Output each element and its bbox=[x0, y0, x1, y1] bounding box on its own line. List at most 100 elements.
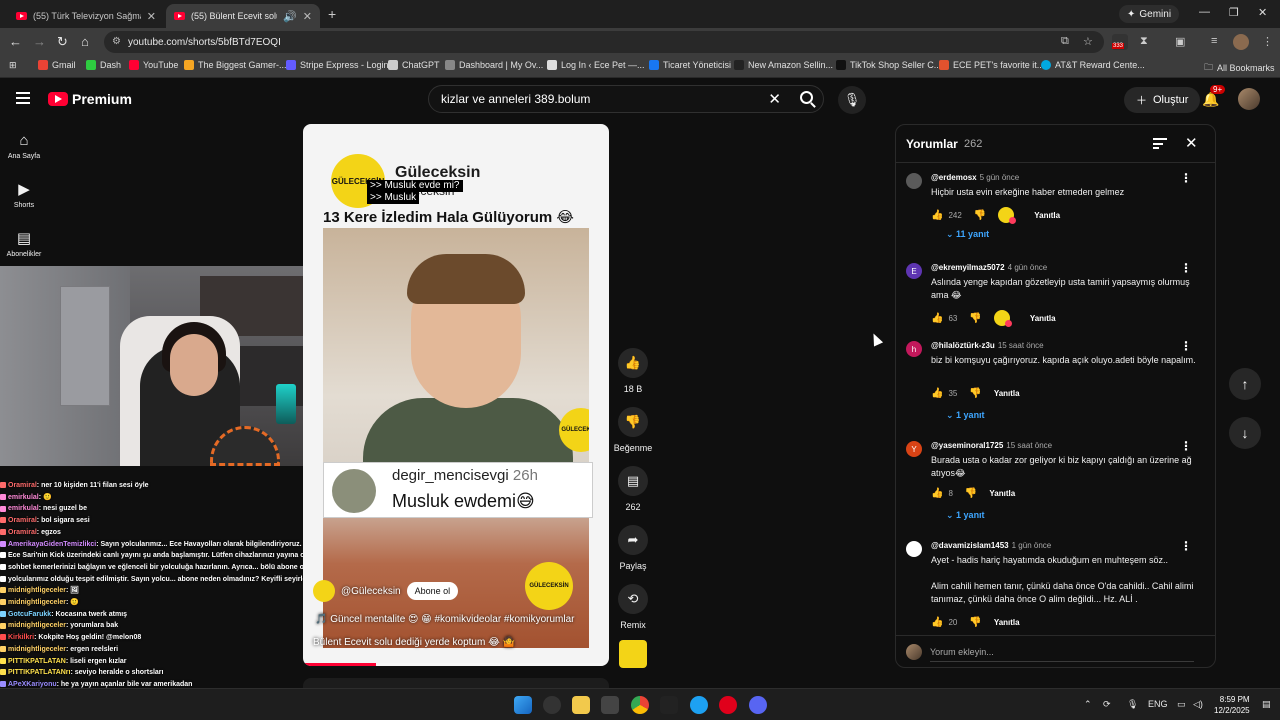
bookmark-ticaret[interactable]: Ticaret Yöneticisi bbox=[649, 60, 731, 70]
bookmark-dash[interactable]: Dash bbox=[86, 60, 121, 70]
commenter-avatar[interactable]: E bbox=[906, 263, 922, 279]
system-clock[interactable]: 8:59 PM 12/2/2025 bbox=[1214, 694, 1250, 716]
youtube-premium-logo[interactable]: Premium bbox=[48, 91, 132, 107]
volume-icon[interactable]: ◁) bbox=[1193, 699, 1203, 710]
install-app-icon[interactable]: ⧉ bbox=[1061, 35, 1069, 48]
chrome-menu-icon[interactable]: ⋮ bbox=[1262, 35, 1273, 48]
next-short-button[interactable]: ↓ bbox=[1229, 417, 1261, 449]
more-options-icon[interactable]: ⋮ bbox=[1180, 439, 1192, 453]
dislike-button[interactable]: 👎 Beğenme bbox=[612, 407, 654, 453]
bookmark-stripe[interactable]: Stripe Express - Login bbox=[286, 60, 389, 70]
commenter-avatar[interactable] bbox=[906, 173, 922, 189]
minimize-icon[interactable]: — bbox=[1199, 6, 1210, 18]
reply-button[interactable]: Yanıtla bbox=[1030, 314, 1056, 323]
browser-tab-1[interactable]: (55) Türk Televizyon Sağmalıkla ✕ bbox=[8, 4, 164, 28]
bookmark-ecepet-favorites[interactable]: ECE PET's favorite it... bbox=[939, 60, 1044, 70]
copilot-icon[interactable] bbox=[543, 696, 561, 714]
bookmark-gmail[interactable]: Gmail bbox=[38, 60, 76, 70]
sync-icon[interactable]: ⟳ bbox=[1103, 699, 1111, 710]
profile-avatar[interactable] bbox=[1233, 34, 1249, 50]
bookmark-dashboard[interactable]: Dashboard | My Ov... bbox=[445, 60, 543, 70]
thumbs-down-icon[interactable]: 👎 bbox=[974, 210, 986, 221]
thumbs-up-icon[interactable]: 👍 bbox=[931, 313, 943, 324]
thumbs-up-icon[interactable]: 👍 bbox=[931, 488, 943, 499]
notifications-bell-icon[interactable]: 🔔 9+ bbox=[1202, 85, 1226, 108]
video-title[interactable]: Bülent Ecevit solu dediği yerde koptum 😂… bbox=[313, 637, 515, 648]
shorts-player[interactable]: GÜLECEKSİN Güleceksin Güleceksin >> Musl… bbox=[303, 124, 609, 666]
previous-short-button[interactable]: ↑ bbox=[1229, 368, 1261, 400]
bookmark-tiktok[interactable]: TikTok Shop Seller C... bbox=[836, 60, 941, 70]
reply-button[interactable]: Yanıtla bbox=[994, 389, 1020, 398]
show-hidden-icons[interactable]: ⌃ bbox=[1084, 699, 1092, 710]
media-control-icon[interactable]: ≡ bbox=[1211, 35, 1217, 47]
close-tab-icon[interactable]: ✕ bbox=[147, 10, 156, 23]
browser-tab-2[interactable]: (55) Bülent Ecevit solu dedi 🔊 ✕ bbox=[166, 4, 320, 28]
network-icon[interactable]: ▭ bbox=[1177, 699, 1186, 710]
gemini-button[interactable]: ✦ Gemini bbox=[1119, 5, 1180, 23]
close-window-icon[interactable]: ✕ bbox=[1258, 6, 1267, 19]
thumbs-up-icon[interactable]: 👍 bbox=[931, 388, 943, 399]
thumbs-up-icon[interactable]: 👍 bbox=[931, 617, 943, 628]
new-tab-button[interactable]: + bbox=[328, 6, 336, 22]
file-explorer-icon[interactable] bbox=[572, 696, 590, 714]
comments-button[interactable]: ▤ 262 bbox=[612, 466, 654, 512]
extension-icon[interactable]: 333 bbox=[1112, 34, 1128, 50]
search-input[interactable]: kizlar ve anneleri 389.bolum bbox=[441, 92, 590, 106]
bookmark-gamer[interactable]: The Biggest Gamer-... bbox=[184, 60, 287, 70]
grammarly-icon[interactable] bbox=[690, 696, 708, 714]
comment-author[interactable]: @yaseminoral1725 15 saat önce bbox=[931, 441, 1052, 450]
forward-icon[interactable]: → bbox=[33, 34, 46, 49]
app-icon[interactable] bbox=[601, 696, 619, 714]
comment-input[interactable] bbox=[930, 642, 1194, 662]
bookmark-att[interactable]: AT&T Reward Cente... bbox=[1041, 60, 1145, 70]
remix-button[interactable]: ⟲ Remix bbox=[612, 584, 654, 630]
back-icon[interactable]: ← bbox=[9, 34, 22, 49]
home-icon[interactable]: ⌂ bbox=[81, 34, 89, 49]
like-button[interactable]: 👍 18 B bbox=[612, 348, 654, 394]
comment-author[interactable]: @erdemosx 5 gün önce bbox=[931, 173, 1019, 182]
view-replies-button[interactable]: ⌄ 1 yanıt bbox=[946, 410, 985, 421]
more-options-icon[interactable]: ⋮ bbox=[1180, 171, 1192, 185]
bookmark-youtube[interactable]: YouTube bbox=[129, 60, 178, 70]
menu-icon[interactable] bbox=[16, 92, 30, 104]
share-button[interactable]: ➦ Paylaş bbox=[612, 525, 654, 571]
start-icon[interactable] bbox=[514, 696, 532, 714]
commenter-avatar[interactable] bbox=[906, 541, 922, 557]
view-replies-button[interactable]: ⌄ 1 yanıt bbox=[946, 510, 985, 521]
sort-icon[interactable] bbox=[1153, 138, 1167, 149]
nav-item-subscriptions[interactable]: ▤ Abonelikler bbox=[0, 229, 48, 258]
maximize-icon[interactable]: ❐ bbox=[1229, 6, 1239, 19]
video-tags[interactable]: 🎵 Güncel mentalite 😍 😁 #komikvideolar #k… bbox=[315, 614, 575, 625]
thumbs-up-icon[interactable]: 👍 bbox=[931, 210, 943, 221]
bookmark-amazon[interactable]: New Amazon Sellin... bbox=[734, 60, 833, 70]
clear-search-icon[interactable]: ✕ bbox=[768, 90, 781, 108]
more-options-icon[interactable]: ⋮ bbox=[1180, 339, 1192, 353]
comment-author[interactable]: @davamizislam1453 1 gün önce bbox=[931, 541, 1051, 550]
bookmark-star-icon[interactable]: ☆ bbox=[1083, 35, 1093, 48]
thumbs-down-icon[interactable]: 👎 bbox=[969, 617, 981, 628]
discord-icon[interactable] bbox=[749, 696, 767, 714]
reply-button[interactable]: Yanıtla bbox=[1034, 211, 1060, 220]
thumbs-down-icon[interactable]: 👎 bbox=[965, 488, 977, 499]
notifications-icon[interactable]: ▤ bbox=[1262, 699, 1271, 710]
bookmark-chatgpt[interactable]: ChatGPT bbox=[388, 60, 440, 70]
comment-author[interactable]: @hilalöztürk-z3u 15 saat önce bbox=[931, 341, 1044, 350]
search-box[interactable]: kizlar ve anneleri 389.bolum ✕ bbox=[428, 85, 824, 113]
audio-thumbnail[interactable] bbox=[619, 640, 647, 668]
reply-button[interactable]: Yanıtla bbox=[989, 489, 1015, 498]
mic-tray-icon[interactable]: 🎙 bbox=[1127, 699, 1138, 710]
search-icon[interactable] bbox=[800, 91, 813, 104]
subscribe-button[interactable]: Abone ol bbox=[406, 582, 459, 600]
address-bar[interactable]: ⚙ youtube.com/shorts/5bfBTd7EOQI bbox=[104, 31, 1104, 53]
nav-item-home[interactable]: ⌂ Ana Sayfa bbox=[0, 132, 48, 160]
channel-name[interactable]: @Güleceksin bbox=[341, 586, 401, 597]
commenter-avatar[interactable]: h bbox=[906, 341, 922, 357]
language-indicator[interactable]: ENG bbox=[1148, 699, 1168, 709]
thumbs-down-icon[interactable]: 👎 bbox=[969, 313, 981, 324]
more-options-icon[interactable]: ⋮ bbox=[1180, 261, 1192, 275]
mute-tab-icon[interactable]: 🔊 bbox=[283, 10, 297, 23]
opera-icon[interactable] bbox=[719, 696, 737, 714]
site-info-icon[interactable]: ⚙ bbox=[112, 36, 121, 47]
reload-icon[interactable]: ↻ bbox=[57, 34, 68, 50]
channel-avatar[interactable] bbox=[313, 580, 335, 602]
